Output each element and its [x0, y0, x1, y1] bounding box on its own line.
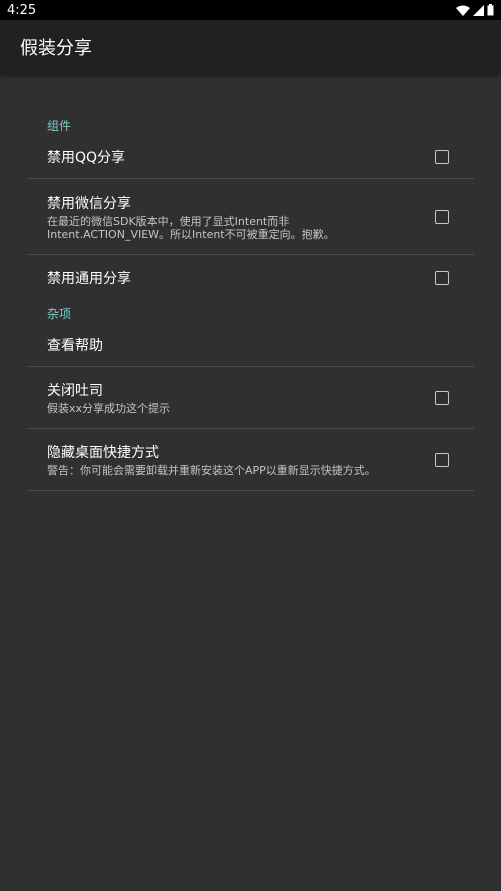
- pref-text: 查看帮助: [47, 335, 454, 355]
- pref-disable-general-share[interactable]: 禁用通用分享: [27, 255, 474, 300]
- status-bar: 4:25: [0, 0, 501, 20]
- pref-text: 禁用QQ分享: [47, 147, 435, 167]
- close-toast-checkbox[interactable]: [435, 390, 449, 405]
- hide-shortcut-checkbox[interactable]: [435, 452, 449, 467]
- pref-summary-line1: 在最近的微信SDK版本中，使用了显式Intent而非: [47, 214, 290, 228]
- pref-title: 关闭吐司: [47, 383, 103, 399]
- status-time: 4:25: [7, 2, 37, 18]
- pref-disable-wechat-share[interactable]: 禁用微信分享 在最近的微信SDK版本中，使用了显式Intent而非 Intent…: [27, 179, 474, 255]
- status-icons: [456, 4, 494, 16]
- pref-hide-shortcut[interactable]: 隐藏桌面快捷方式 警告：你可能会需要卸载并重新安装这个APP以重新显示快捷方式。: [27, 429, 474, 491]
- pref-summary: 假装xx分享成功这个提示: [47, 402, 171, 415]
- signal-icon: [473, 4, 484, 16]
- app-title: 假装分享: [20, 38, 92, 59]
- pref-text: 禁用微信分享 在最近的微信SDK版本中，使用了显式Intent而非 Intent…: [47, 193, 435, 241]
- pref-title: 隐藏桌面快捷方式: [47, 445, 159, 461]
- category-components-header: 组件: [47, 119, 72, 133]
- pref-summary: 警告：你可能会需要卸载并重新安装这个APP以重新显示快捷方式。: [47, 464, 376, 477]
- pref-close-toast[interactable]: 关闭吐司 假装xx分享成功这个提示: [27, 367, 474, 429]
- category-misc-header: 杂项: [47, 307, 72, 321]
- preferences-list: 组件 禁用QQ分享 禁用微信分享 在最近的微信SDK版本中，使用了显式Inten…: [0, 74, 501, 491]
- wifi-icon: [456, 5, 470, 16]
- pref-text: 禁用通用分享: [47, 268, 435, 288]
- pref-view-help[interactable]: 查看帮助: [27, 324, 474, 367]
- pref-title: 禁用QQ分享: [47, 150, 126, 166]
- pref-disable-qq-share[interactable]: 禁用QQ分享: [27, 136, 474, 179]
- pref-title: 禁用通用分享: [47, 270, 131, 287]
- app-bar: 假装分享: [0, 20, 501, 74]
- disable-wechat-checkbox[interactable]: [435, 209, 449, 224]
- pref-text: 关闭吐司 假装xx分享成功这个提示: [47, 380, 435, 415]
- pref-summary-line2: Intent.ACTION_VIEW。所以Intent不可被重定向。抱歉。: [47, 227, 335, 241]
- disable-qq-checkbox[interactable]: [435, 150, 449, 164]
- battery-icon: [487, 4, 494, 16]
- pref-title: 查看帮助: [47, 338, 103, 354]
- disable-general-checkbox[interactable]: [435, 270, 449, 285]
- pref-text: 隐藏桌面快捷方式 警告：你可能会需要卸载并重新安装这个APP以重新显示快捷方式。: [47, 442, 435, 477]
- pref-title: 禁用微信分享: [47, 195, 131, 212]
